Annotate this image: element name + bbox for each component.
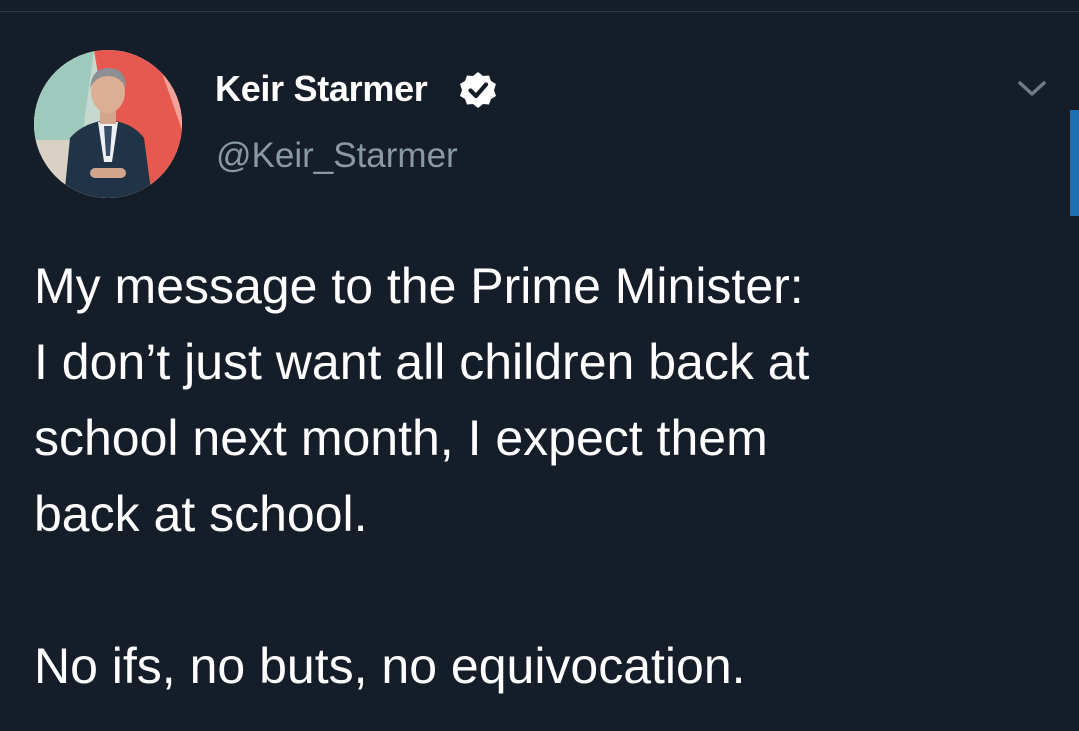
tweet-line: school next month, I expect them (34, 410, 768, 466)
avatar[interactable] (34, 50, 182, 198)
display-name[interactable]: Keir Starmer (215, 68, 428, 110)
tweet-line: No ifs, no buts, no equivocation. (34, 638, 746, 694)
user-handle[interactable]: @Keir_Starmer (216, 136, 458, 176)
tweet-card: Keir Starmer @Keir_Starmer My message to… (0, 12, 1079, 731)
tweet-line: back at school. (34, 486, 368, 542)
chevron-down-icon[interactable] (1012, 75, 1052, 101)
tweet-line: I don’t just want all children back at (34, 334, 810, 390)
verified-badge-icon (460, 72, 496, 108)
scrollbar-thumb[interactable] (1070, 110, 1079, 216)
avatar-photo (34, 50, 182, 198)
tweet-text: My message to the Prime Minister: I don’… (34, 248, 1034, 704)
tweet-line: My message to the Prime Minister: (34, 258, 804, 314)
